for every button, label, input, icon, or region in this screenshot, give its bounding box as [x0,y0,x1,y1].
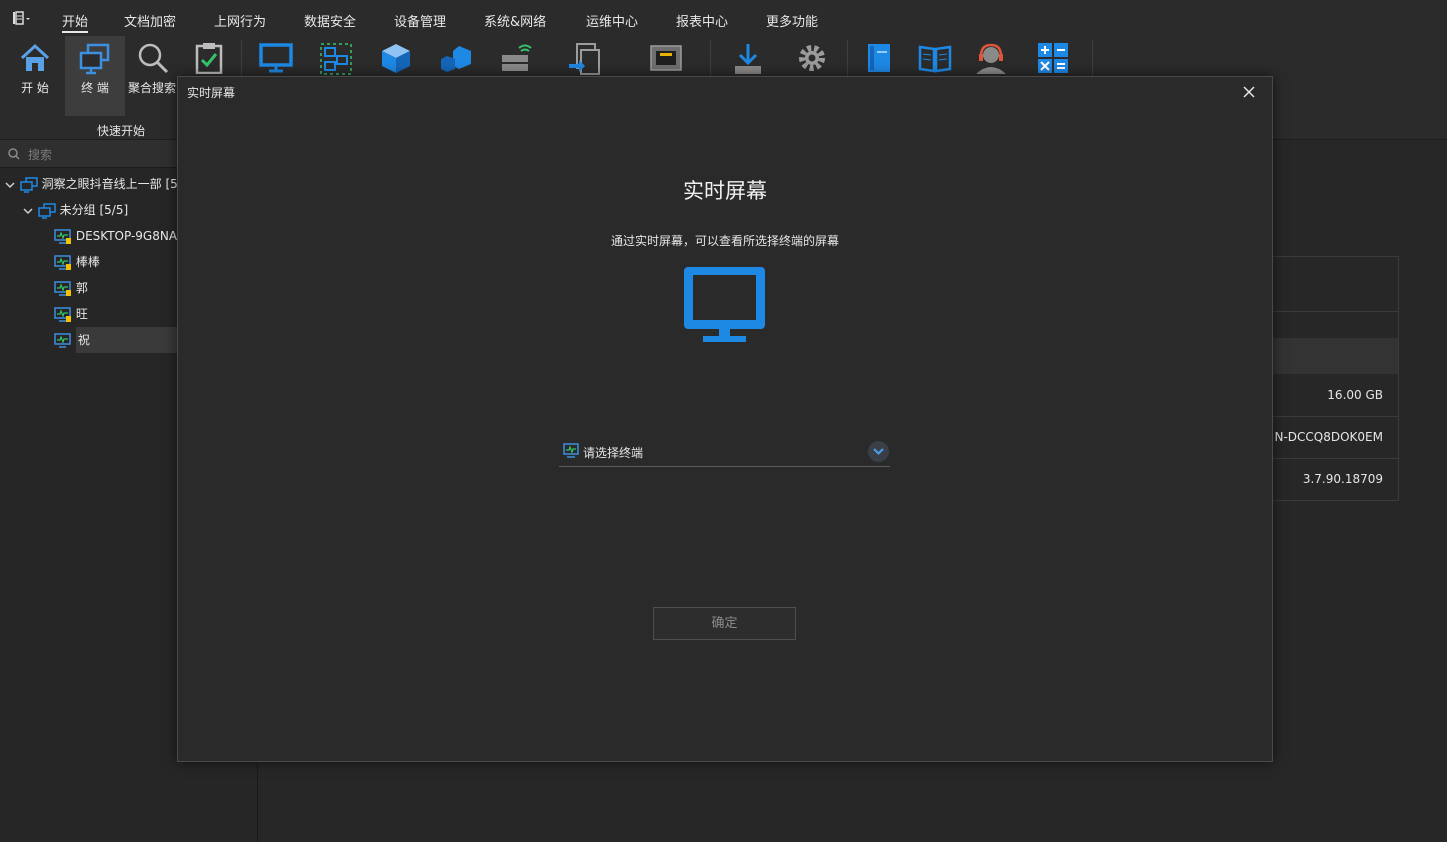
network-port-icon [650,45,682,71]
menu-doc-encrypt[interactable]: 文档加密 [124,11,176,30]
app-menu-icon[interactable] [12,10,32,26]
menu-start[interactable]: 开始 [62,11,89,33]
close-icon[interactable] [1242,85,1256,99]
menu-data-security[interactable]: 数据安全 [304,11,356,30]
tree-terminal-label: 棒棒 [75,255,100,269]
ribbon-group-label: 快速开始 [97,124,146,138]
search-icon [8,148,20,160]
terminal-detail-panel [1272,140,1447,842]
calculator-icon [1038,43,1068,73]
tree-group-node[interactable]: 未分组 [5/5] [22,197,128,223]
search-placeholder: 搜索 [28,148,53,162]
tree-terminal-label: 郭 [75,281,88,295]
terminal-online-icon [54,306,71,322]
chevron-down-icon[interactable] [4,179,16,191]
dialog-title: 实时屏幕 [187,86,236,100]
home-icon [20,43,50,71]
tree-terminal-label: 祝 [75,327,190,353]
tree-group-label: 未分组 [5/5] [59,203,129,217]
tree-terminal-label: 旺 [75,307,88,321]
terminal-online-icon [54,280,71,296]
divider [1272,256,1398,257]
dialog-description: 通过实时屏幕，可以查看所选择终端的屏幕 [610,234,839,248]
ribbon-home-button[interactable]: 开 始 [8,36,62,116]
clipboard-check-icon [195,43,223,74]
terminal-icon [563,443,579,458]
menu-device-management[interactable]: 设备管理 [394,11,446,30]
realtime-screen-dialog: 实时屏幕 实时屏幕 通过实时屏幕，可以查看所选择终端的屏幕 请选择终端 确定 [177,76,1273,762]
terminal-select[interactable]: 请选择终端 [559,439,890,467]
computer-name-value: N-DCCQ8DOK0EM [1274,430,1383,444]
divider [1272,500,1398,501]
ribbon-home-label: 开 始 [21,81,49,95]
book-icon [868,44,890,72]
menu-internet-behavior[interactable]: 上网行为 [214,11,266,30]
version-value: 3.7.90.18709 [1302,472,1383,486]
ribbon-search-button[interactable]: 聚合搜索 [126,36,180,116]
confirm-button[interactable]: 确定 [653,607,796,640]
ribbon-terminal-label: 终 端 [81,81,109,95]
group-icon [38,202,56,219]
search-icon [138,43,169,74]
divider [1398,256,1399,501]
gear-icon [799,45,825,71]
support-agent-icon [976,43,1006,74]
memory-value: 16.00 GB [1327,388,1383,402]
menu-more-features[interactable]: 更多功能 [766,11,818,30]
monitor-icon [684,267,765,342]
cube-icon [382,44,410,73]
open-book-icon [918,45,952,73]
ribbon-terminal-button[interactable]: 终 端 [65,36,125,116]
terminal-online-icon [54,254,71,270]
cubes-icon [441,46,471,72]
chevron-down-icon[interactable] [22,205,34,217]
tree-terminal-label: DESKTOP-9G8NA [75,229,178,243]
menu-system-network[interactable]: 系统&网络 [484,11,546,30]
menu-bar: 开始 文档加密 上网行为 数据安全 设备管理 系统&网络 运维中心 报表中心 更… [0,0,1447,36]
terminal-online-icon [54,332,71,348]
dropdown-button[interactable] [868,441,889,462]
ribbon-search-label: 聚合搜索 [128,81,177,95]
download-icon [735,44,761,74]
chevron-down-icon [873,448,884,455]
menu-ops-center[interactable]: 运维中心 [586,11,638,30]
terminal-online-icon [54,228,71,244]
group-icon [20,176,38,193]
network-select-icon [320,43,352,75]
close-button[interactable] [1242,84,1256,103]
document-transfer-icon [569,43,600,75]
detail-header-row [1272,338,1398,374]
monitor-icon [259,43,293,73]
divider [1272,311,1398,312]
server-wireless-icon [502,44,532,71]
terminal-icon [79,43,110,75]
divider [1272,458,1398,459]
menu-report-center[interactable]: 报表中心 [676,11,728,30]
tree-root-node[interactable]: 洞察之眼抖音线上一部 [5 [4,171,178,197]
divider [1272,416,1398,417]
tree-root-label: 洞察之眼抖音线上一部 [5 [41,177,178,191]
terminal-select-value: 请选择终端 [583,446,644,460]
dialog-heading: 实时屏幕 [683,179,767,203]
